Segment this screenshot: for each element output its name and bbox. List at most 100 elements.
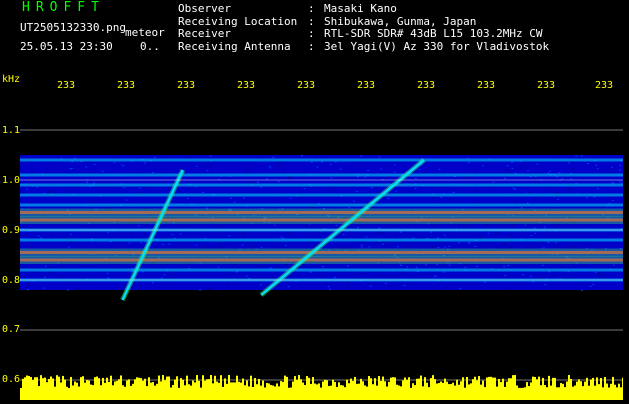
noise-speck [389,285,392,287]
noise-speck [400,264,403,266]
power-bar [384,381,386,400]
power-bar [258,378,260,400]
noise-speck [67,289,69,291]
power-bar [110,375,112,400]
noise-speck [84,233,87,235]
power-bar [220,375,222,400]
power-bar [428,387,430,400]
noise-speck [230,197,233,199]
power-bar [126,380,128,400]
noise-speck [398,283,401,285]
noise-speck [406,266,409,268]
noise-speck [234,264,237,266]
noise-speck [382,232,384,234]
noise-speck [409,191,412,192]
file-name: UT2505132330.png [20,21,126,34]
noise-speck [125,199,128,201]
power-bar [424,377,426,400]
power-bar [512,375,514,400]
power-bar [260,385,262,400]
power-bar [92,385,94,400]
power-bar [320,387,322,400]
power-bar [204,380,206,400]
noise-speck [49,272,52,274]
noise-speck [601,168,604,170]
power-bar [524,387,526,400]
noise-speck [277,181,280,182]
info-observer: Observer : Masaki Kano [178,2,549,16]
noise-speck [584,244,587,246]
noise-speck [43,287,46,289]
noise-speck [387,198,390,199]
noise-speck [25,287,28,289]
noise-speck [171,234,174,236]
x-tick-label: 233 [177,80,196,91]
noise-speck [506,165,509,167]
noise-speck [401,272,404,274]
power-bar [406,379,408,400]
noise-speck [397,246,400,248]
noise-speck [424,264,427,266]
power-bar [592,377,594,400]
noise-speck [514,167,517,169]
power-bar [208,379,210,400]
power-bar [198,380,200,400]
power-bar [314,383,316,400]
noise-speck [505,169,508,171]
info-separator: : [308,2,315,15]
noise-speck [278,162,281,164]
power-bar [622,377,624,400]
noise-speck [48,267,51,268]
noise-speck [219,247,222,249]
power-bar [342,385,344,400]
noise-speck [407,246,410,248]
noise-speck [44,172,47,174]
power-bar [318,383,320,400]
noise-speck [566,162,568,164]
power-bar [84,382,86,400]
power-bar [58,376,60,400]
power-bar [242,378,244,400]
power-bar [456,379,458,400]
noise-speck [394,162,397,164]
noise-speck [568,162,571,164]
noise-speck [380,168,383,170]
power-bar [590,379,592,400]
noise-speck [530,275,533,277]
noise-speck [195,165,198,167]
power-bar [470,383,472,400]
noise-speck [262,277,265,279]
noise-speck [364,176,367,178]
power-bar [322,381,324,400]
noise-speck [444,246,447,248]
power-bar [250,375,252,400]
power-bar [368,375,370,400]
noise-speck [585,232,588,234]
hrofft-window: HROFFT UT2505132330.png meteor 25.05.13 … [0,0,629,400]
noise-speck [330,177,333,179]
power-bar [70,376,72,400]
noise-speck [360,155,363,157]
noise-speck [523,207,526,209]
noise-speck [384,282,387,284]
noise-speck [596,188,599,190]
power-bar [280,381,282,400]
noise-speck [492,181,495,183]
power-bar [132,383,134,400]
power-bar [408,377,410,400]
noise-speck [487,232,490,234]
power-bar [276,383,278,400]
noise-speck [433,275,436,277]
noise-speck [440,196,443,198]
power-bar [564,387,566,400]
power-bar [98,378,100,400]
power-bar [588,385,590,400]
noise-speck [556,176,559,178]
power-bar [48,378,50,400]
noise-speck [245,275,248,277]
noise-speck [88,172,91,174]
power-bar [298,375,300,400]
power-bar [462,377,464,400]
noise-speck [142,170,145,172]
power-bar [388,381,390,400]
